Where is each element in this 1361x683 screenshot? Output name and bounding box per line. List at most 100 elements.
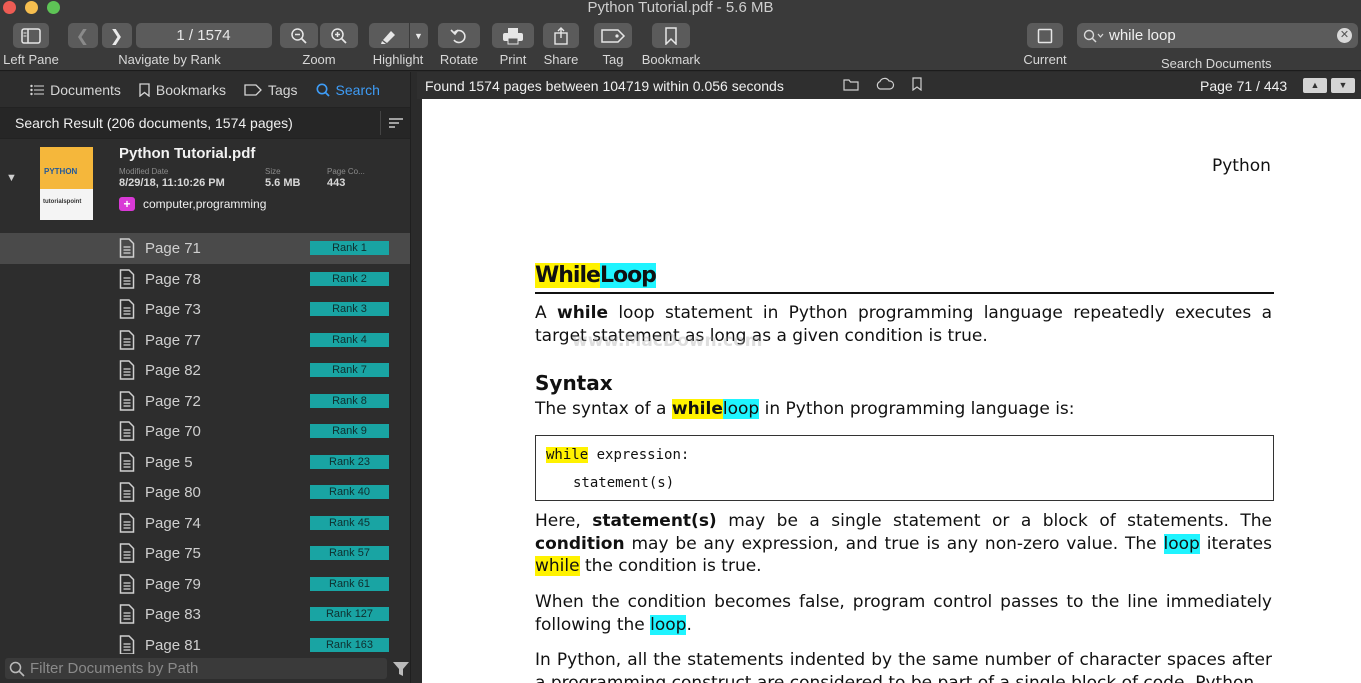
modified-date-value: 8/29/18, 11:10:26 PM [119,177,225,189]
document-page-icon [119,421,135,441]
window-controls [3,1,60,14]
p4-c: . [686,614,692,635]
modified-date-key: Modified Date [119,167,169,176]
tab-documents[interactable]: Documents [30,82,121,98]
share-label: Share [543,52,579,67]
highlight-label: Highlight [372,52,424,67]
page-result-label: Page 71 [145,240,201,257]
document-page-icon [119,604,135,624]
current-button[interactable] [1027,23,1063,48]
page-result-row[interactable]: Page 80 Rank 40 [0,477,410,508]
p1-keyword: while [556,303,608,323]
paragraph-syntax: The syntax of a whileloop in Python prog… [535,398,1272,421]
chevron-right-icon: ❯ [109,27,124,45]
page-result-row[interactable]: Page 81 Rank 163 [0,630,410,654]
zoom-group: Zoom [279,23,359,67]
p3-b: statement(s) [592,511,717,531]
highlight-group: ▼ Highlight [368,23,428,67]
page-counter-field[interactable]: 1 / 1574 [135,23,272,48]
viewer-header: Found 1574 pages between 104719 within 0… [417,72,1361,99]
page-result-row[interactable]: Page 77 Rank 4 [0,325,410,356]
folder-icon[interactable] [843,77,859,91]
rank-badge: Rank 127 [310,607,389,621]
next-button[interactable]: ❯ [101,23,132,48]
sort-button[interactable] [380,111,410,135]
bookmark-label: Bookmark [641,52,701,67]
window-title: Python Tutorial.pdf - 5.6 MB [587,0,774,16]
zoom-out-button[interactable] [280,23,318,48]
share-button[interactable] [543,23,579,48]
document-page-icon [119,512,135,533]
search-result-summary: Search Result (206 documents, 1574 pages… [15,115,293,131]
list-icon [30,84,45,95]
p3-i: the condition is true. [585,556,762,576]
search-documents-label: Search Documents [1161,56,1272,71]
tab-tags[interactable]: Tags [244,82,298,98]
tab-search[interactable]: Search [316,82,380,98]
search-field[interactable]: while loop ✕ [1077,23,1358,48]
add-tag-icon[interactable]: + [119,197,135,211]
rotate-button[interactable] [438,23,480,48]
page-result-row[interactable]: Page 83 Rank 127 [0,599,410,630]
previous-hit-button[interactable]: ▲ [1303,78,1327,93]
chevron-left-icon: ❮ [75,27,90,45]
page-result-row[interactable]: Page 74 Rank 45 [0,508,410,539]
syntax-heading: Syntax [535,371,613,395]
p2-highlight-loop: loop [722,399,760,419]
page-result-row[interactable]: Page 82 Rank 7 [0,355,410,386]
page-count-value: 443 [327,177,346,189]
p4-a: When the condition becomes false, progra… [535,592,1272,635]
filter-documents-input[interactable]: Filter Documents by Path [5,658,387,679]
maximize-window-button[interactable] [47,1,60,14]
page-result-row[interactable]: Page 75 Rank 57 [0,538,410,569]
page-result-row[interactable]: Page 5 Rank 23 [0,447,410,478]
zoom-in-button[interactable] [320,23,358,48]
filter-bar: Filter Documents by Path [0,654,410,683]
page-result-row[interactable]: Page 78 Rank 2 [0,264,410,295]
page-result-row[interactable]: Page 79 Rank 61 [0,569,410,600]
clear-search-icon[interactable]: ✕ [1337,28,1352,43]
tab-bookmarks-label: Bookmarks [155,81,226,98]
p3-a: Here, [535,511,581,531]
document-page-icon [119,451,135,472]
bookmark-icon[interactable] [911,77,923,91]
p3-e: may be any expression, and true is any n… [631,533,1157,554]
highlight-button[interactable] [368,23,409,48]
paragraph-statement: Here, statement(s) may be a single state… [535,510,1272,578]
previous-button[interactable]: ❮ [67,23,98,48]
page-results-list: Page 71 Rank 1 Page 78 Rank 2 Page 73 Rank 3P… [0,233,410,654]
document-page-icon [119,238,135,258]
page-result-label: Page 77 [145,331,201,349]
next-hit-button[interactable]: ▼ [1331,78,1355,93]
modified-date: Modified Date 8/29/18, 11:10:26 PM [119,167,225,190]
page-result-row[interactable]: Page 72 Rank 8 [0,386,410,417]
print-button[interactable] [492,23,534,48]
pane-splitter[interactable] [410,72,422,683]
page-result-row[interactable]: Page 70 Rank 9 [0,416,410,447]
search-input[interactable]: while loop [1109,27,1337,44]
tag-button[interactable] [594,23,632,48]
heading-highlight-while: While [535,263,601,288]
close-window-button[interactable] [3,1,16,14]
highlight-dropdown-button[interactable]: ▼ [409,23,428,48]
search-icon [9,661,25,677]
thumbnail-brand: tutorialspoint [43,199,82,205]
highlighter-icon [380,30,395,44]
minimize-window-button[interactable] [25,1,38,14]
p3-highlight-loop: loop [1163,533,1200,554]
left-pane-button[interactable] [13,23,49,48]
filter-funnel-icon[interactable] [392,661,410,677]
disclosure-triangle-icon[interactable]: ▼ [6,172,17,184]
bookmark-button[interactable] [652,23,690,48]
p4-highlight-loop: loop [650,614,687,635]
rank-badge: Rank 4 [310,332,389,347]
page-result-row[interactable]: Page 73 Rank 3 [0,294,410,325]
file-size-value: 5.6 MB [265,177,301,189]
tab-bookmarks[interactable]: Bookmarks [139,82,226,98]
cloud-icon[interactable] [875,77,895,91]
tab-search-label: Search [335,81,380,98]
page-result-row[interactable]: Page 71 Rank 1 [0,233,410,264]
document-page-icon [119,360,135,380]
document-row[interactable]: ▼ PYTHON tutorialspoint Python Tutorial.… [0,139,410,233]
tag-group: Tag [594,23,632,67]
